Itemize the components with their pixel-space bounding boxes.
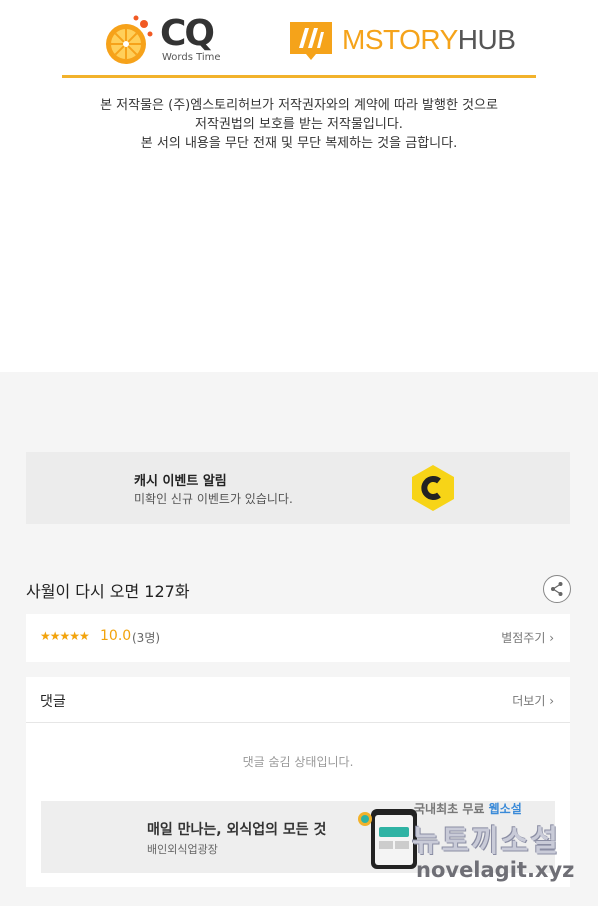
watermark-tagline: 국내최초 무료 웹소설	[414, 800, 522, 817]
episode-title: 사월이 다시 오면 127화	[26, 582, 190, 601]
copyright-section: CQ Words Time MSTORYHUB 본 저작물은 (주)엠스토리허브…	[0, 0, 598, 372]
rating-score: 10.0	[100, 628, 132, 644]
copyright-notice: 본 저작물은 (주)엠스토리허브가 저작권자와의 계약에 따라 발행한 것으로 …	[60, 96, 538, 153]
cash-c-icon	[412, 465, 454, 511]
copyright-line: 저작권법의 보호를 받는 저작물입니다.	[195, 117, 403, 132]
site-watermark: 국내최초 무료 웹소설 뉴토끼소설 novelagit.xyz	[412, 800, 592, 890]
comments-label: 댓글	[40, 694, 66, 710]
copyright-line: 본 저작물은 (주)엠스토리허브가 저작권자와의 계약에 따라 발행한 것으로	[100, 98, 498, 113]
cash-event-banner[interactable]: 캐시 이벤트 알림 미확인 신규 이벤트가 있습니다.	[26, 452, 570, 524]
cq-words-time-logo: CQ Words Time	[100, 12, 225, 68]
rating-bar: ★★★★★ 10.0 (3명) 별점주기 ›	[26, 614, 570, 662]
rating-stars: ★★★★★	[40, 629, 90, 643]
hub-text: HUB	[457, 24, 516, 55]
comments-header: 댓글 더보기 ›	[26, 677, 570, 723]
rate-button[interactable]: 별점주기 ›	[501, 629, 554, 646]
orange-icon	[106, 15, 153, 64]
watermark-tagline-highlight: 웹소설	[488, 802, 522, 816]
mstoryhub-badge-icon	[290, 22, 332, 60]
share-icon	[551, 582, 563, 596]
event-banner-subtitle: 미확인 신규 이벤트가 있습니다.	[134, 492, 293, 506]
watermark-tagline-prefix: 국내최초 무료	[414, 802, 489, 816]
rating-count: (3명)	[132, 631, 161, 645]
share-button[interactable]	[543, 575, 571, 603]
event-banner-title: 캐시 이벤트 알림	[134, 474, 227, 489]
comments-more-link[interactable]: 더보기 ›	[512, 692, 554, 709]
copyright-line: 본 서의 내용을 무단 전재 및 무단 복제하는 것을 금합니다.	[140, 136, 458, 151]
mstoryhub-logo: MSTORYHUB	[286, 18, 536, 64]
watermark-brand: 뉴토끼소설	[412, 824, 560, 859]
header-divider	[62, 75, 536, 78]
cq-logo-subtitle: Words Time	[162, 52, 221, 63]
comments-hidden-message: 댓글 숨김 상태입니다.	[242, 755, 354, 769]
ad-subtitle: 배인외식업광장	[147, 843, 218, 856]
watermark-url: novelagit.xyz	[416, 858, 575, 882]
ad-title: 매일 만나는, 외식업의 모든 것	[147, 822, 327, 838]
mstoryhub-logo-text: MSTORYHUB	[342, 23, 516, 57]
mstory-text: MSTORY	[342, 24, 458, 55]
cq-logo-text: CQ	[160, 13, 215, 54]
